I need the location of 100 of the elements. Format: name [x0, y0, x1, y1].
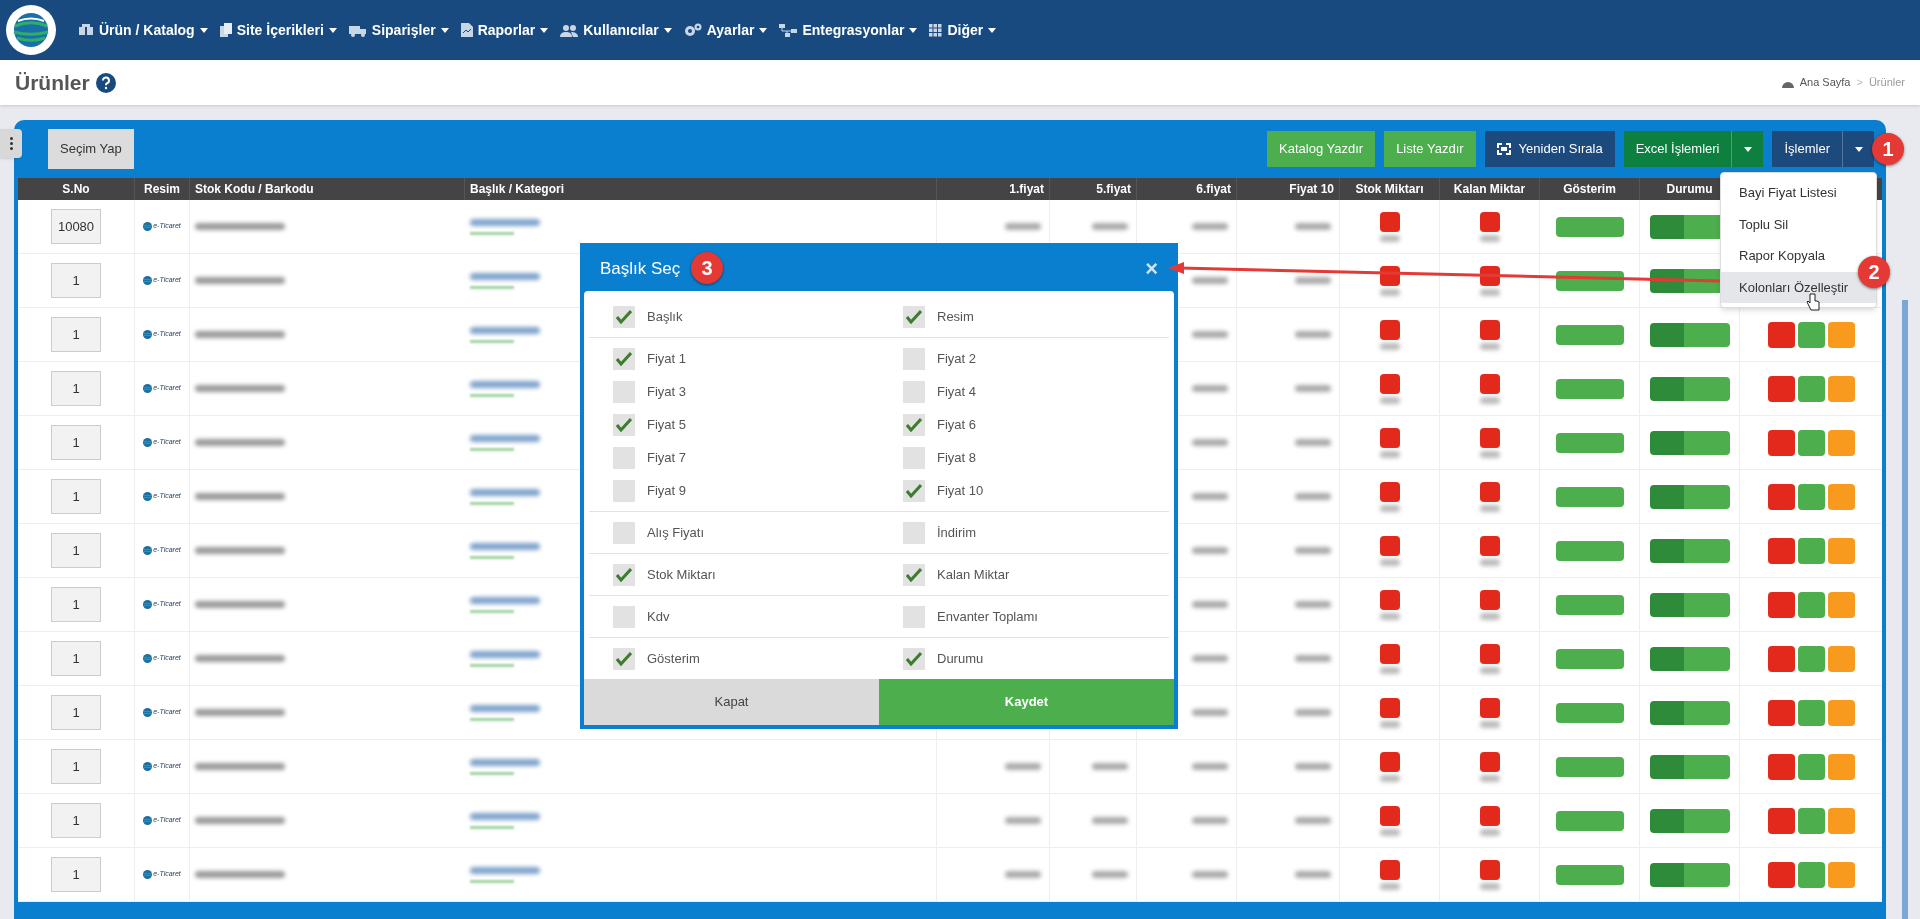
nav-menu-item[interactable]: Site İçerikleri — [219, 19, 337, 41]
delete-button[interactable] — [1767, 375, 1795, 402]
column-checkbox[interactable]: Fiyat 5 — [589, 408, 879, 441]
checkbox[interactable] — [903, 305, 925, 328]
checkbox[interactable] — [613, 413, 635, 436]
edit-button[interactable] — [1797, 861, 1825, 888]
side-menu-toggle[interactable] — [0, 129, 22, 158]
checkbox[interactable] — [613, 605, 635, 628]
column-checkbox[interactable]: Fiyat 6 — [879, 408, 1169, 441]
column-checkbox[interactable]: Kalan Miktar — [879, 558, 1169, 591]
column-checkbox[interactable]: Fiyat 4 — [879, 375, 1169, 408]
toolbar-button[interactable]: Excel İşlemleri — [1623, 131, 1732, 167]
cart-button[interactable] — [1827, 807, 1855, 834]
edit-button[interactable] — [1797, 591, 1825, 618]
column-checkbox[interactable]: Durumu — [879, 642, 1169, 675]
order-number-field[interactable]: 1 — [51, 641, 101, 676]
cart-button[interactable] — [1827, 753, 1855, 780]
nav-menu-item[interactable]: Diğer — [929, 19, 997, 41]
status-toggle[interactable] — [1649, 754, 1730, 779]
delete-button[interactable] — [1767, 753, 1795, 780]
delete-button[interactable] — [1767, 537, 1795, 564]
cart-button[interactable] — [1827, 591, 1855, 618]
logo-icon[interactable] — [6, 5, 56, 55]
menu-item[interactable]: Toplu Sil — [1721, 208, 1876, 240]
column-checkbox[interactable]: Gösterim — [589, 642, 879, 675]
status-toggle[interactable] — [1649, 484, 1730, 509]
checkbox[interactable] — [903, 446, 925, 469]
column-header[interactable]: Gösterim — [1540, 178, 1640, 200]
checkbox[interactable] — [613, 305, 635, 328]
checkbox[interactable] — [903, 521, 925, 544]
column-checkbox[interactable]: Fiyat 2 — [879, 342, 1169, 375]
checkbox[interactable] — [903, 413, 925, 436]
delete-button[interactable] — [1767, 807, 1795, 834]
help-icon[interactable] — [95, 72, 116, 93]
status-toggle[interactable] — [1649, 376, 1730, 401]
order-number-field[interactable]: 10080 — [51, 209, 101, 244]
delete-button[interactable] — [1767, 483, 1795, 510]
cart-button[interactable] — [1827, 375, 1855, 402]
column-checkbox[interactable]: İndirim — [879, 516, 1169, 549]
column-header[interactable]: S.No — [18, 178, 135, 200]
checkbox[interactable] — [613, 521, 635, 544]
nav-menu-item[interactable]: Ayarlar — [683, 19, 768, 41]
column-header[interactable]: Fiyat 10 — [1237, 178, 1340, 200]
breadcrumb-link[interactable]: Ana Sayfa — [1799, 74, 1851, 91]
column-header[interactable]: Resim — [135, 178, 190, 200]
nav-menu-item[interactable]: Siparişler — [348, 19, 449, 41]
column-header[interactable]: Stok Miktarı — [1340, 178, 1440, 200]
delete-button[interactable] — [1767, 645, 1795, 672]
status-toggle[interactable] — [1649, 862, 1730, 887]
checkbox[interactable] — [903, 605, 925, 628]
selection-button[interactable]: Seçim Yap — [48, 129, 134, 169]
column-checkbox[interactable]: Resim — [879, 300, 1169, 333]
checkbox[interactable] — [903, 347, 925, 370]
nav-menu-item[interactable]: Ürün / Katalog — [78, 19, 208, 41]
order-number-field[interactable]: 1 — [51, 803, 101, 838]
edit-button[interactable] — [1797, 375, 1825, 402]
order-number-field[interactable]: 1 — [51, 587, 101, 622]
column-header[interactable]: Stok Kodu / Barkodu — [190, 178, 465, 200]
cart-button[interactable] — [1827, 483, 1855, 510]
checkbox[interactable] — [903, 380, 925, 403]
menu-item[interactable]: Bayi Fiyat Listesi — [1721, 177, 1876, 209]
order-number-field[interactable]: 1 — [51, 479, 101, 514]
nav-menu-item[interactable]: Raporlar — [460, 19, 549, 41]
column-checkbox[interactable]: Fiyat 8 — [879, 441, 1169, 474]
order-number-field[interactable]: 1 — [51, 263, 101, 298]
column-checkbox[interactable]: Stok Miktarı — [589, 558, 879, 591]
cart-button[interactable] — [1827, 321, 1855, 348]
column-header[interactable]: Kalan Miktar — [1440, 178, 1540, 200]
status-toggle[interactable] — [1649, 592, 1730, 617]
nav-menu-item[interactable]: Entegrasyonlar — [779, 19, 918, 41]
scrollbar[interactable] — [1902, 300, 1908, 919]
delete-button[interactable] — [1767, 321, 1795, 348]
reorder-button[interactable]: Yeniden Sırala — [1484, 131, 1615, 167]
delete-button[interactable] — [1767, 861, 1795, 888]
edit-button[interactable] — [1797, 483, 1825, 510]
status-toggle[interactable] — [1649, 808, 1730, 833]
cart-button[interactable] — [1827, 699, 1855, 726]
checkbox[interactable] — [613, 479, 635, 502]
checkbox[interactable] — [903, 479, 925, 502]
cart-button[interactable] — [1827, 537, 1855, 564]
checkbox[interactable] — [613, 647, 635, 670]
column-header[interactable]: 1.fiyat — [937, 178, 1050, 200]
order-number-field[interactable]: 1 — [51, 857, 101, 892]
column-checkbox[interactable]: Fiyat 10 — [879, 474, 1169, 507]
column-checkbox[interactable]: Fiyat 7 — [589, 441, 879, 474]
edit-button[interactable] — [1797, 699, 1825, 726]
order-number-field[interactable]: 1 — [51, 425, 101, 460]
edit-button[interactable] — [1797, 321, 1825, 348]
column-header[interactable]: Başlık / Kategori — [465, 178, 937, 200]
edit-button[interactable] — [1797, 645, 1825, 672]
delete-button[interactable] — [1767, 591, 1795, 618]
column-header[interactable]: 6.fiyat — [1137, 178, 1237, 200]
status-toggle[interactable] — [1649, 700, 1730, 725]
order-number-field[interactable]: 1 — [51, 317, 101, 352]
column-checkbox[interactable]: Fiyat 9 — [589, 474, 879, 507]
order-number-field[interactable]: 1 — [51, 749, 101, 784]
status-toggle[interactable] — [1649, 322, 1730, 347]
delete-button[interactable] — [1767, 699, 1795, 726]
cart-button[interactable] — [1827, 429, 1855, 456]
checkbox[interactable] — [613, 563, 635, 586]
